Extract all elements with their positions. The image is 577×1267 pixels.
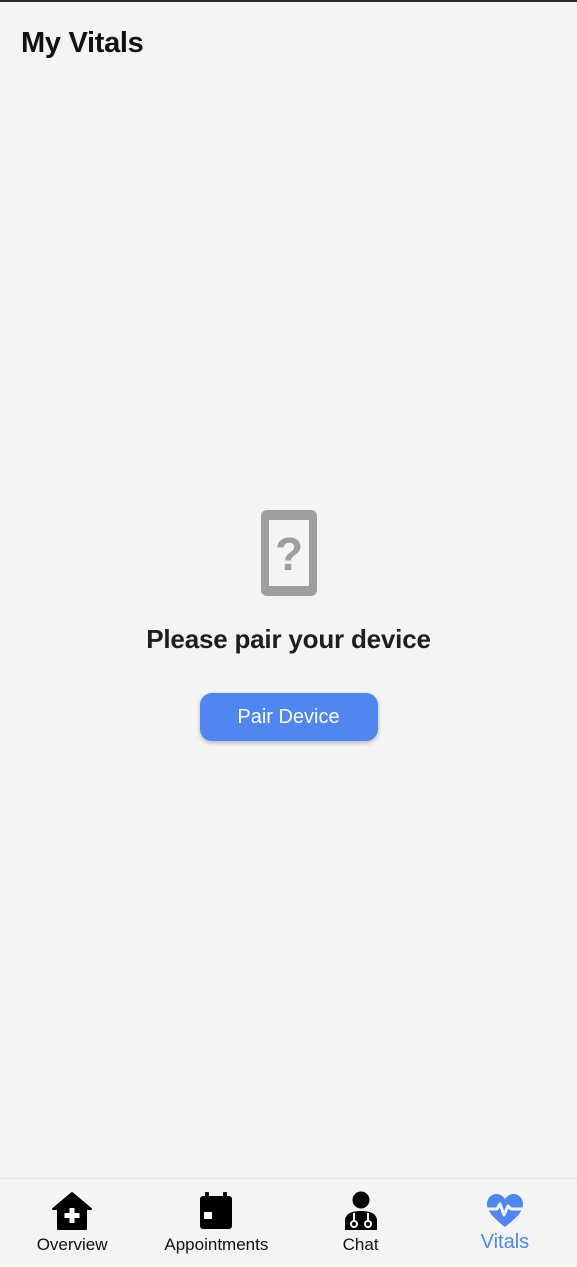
nav-label: Overview [36, 1235, 108, 1254]
heart-pulse-icon [484, 1194, 526, 1227]
device-unknown-icon: ? [260, 510, 317, 596]
bottom-navigation: Overview Appointments Chat Vitals [0, 1178, 577, 1267]
empty-state: ? Please pair your device Pair Device [0, 510, 577, 741]
nav-item-appointments[interactable]: Appointments [144, 1179, 288, 1267]
nav-label: Chat [342, 1235, 379, 1254]
home-plus-icon [52, 1192, 93, 1230]
nav-label: Vitals [480, 1231, 530, 1253]
nav-item-overview[interactable]: Overview [0, 1179, 144, 1267]
empty-state-message: Please pair your device [146, 624, 431, 654]
nav-item-chat[interactable]: Chat [289, 1179, 433, 1267]
pair-device-button[interactable]: Pair Device [199, 693, 378, 741]
calendar-icon [200, 1192, 233, 1229]
nav-label: Appointments [164, 1235, 269, 1254]
nav-item-vitals[interactable]: Vitals [433, 1179, 577, 1267]
page-title: My Vitals [21, 27, 144, 59]
doctor-icon [344, 1191, 377, 1230]
top-border [0, 0, 577, 2]
svg-text:?: ? [274, 528, 302, 580]
